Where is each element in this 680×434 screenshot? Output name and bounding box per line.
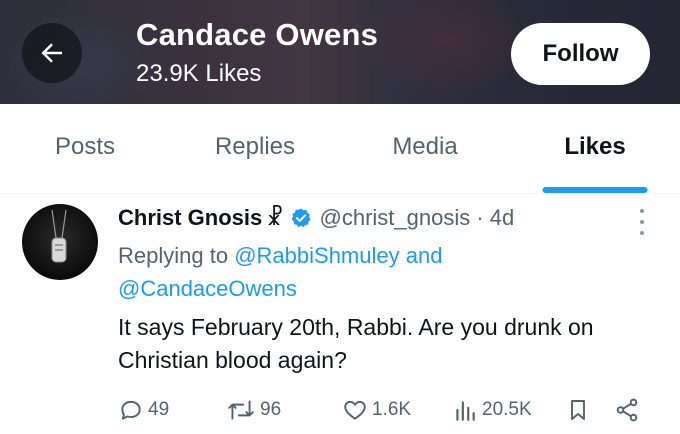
reply-button[interactable]: 49 [118,395,169,425]
more-options-icon[interactable] [632,207,652,237]
mention-link[interactable]: @CandaceOwens [118,276,297,301]
tab-label: Likes [564,132,626,160]
reply-count: 49 [148,399,170,420]
verified-badge-icon [290,207,312,229]
replying-to-prefix: Replying to [118,243,229,268]
follow-button[interactable]: Follow [511,23,650,85]
tab-label: Replies [214,132,296,160]
tab-posts[interactable]: Posts [0,104,170,193]
repost-icon [228,400,254,420]
profile-title-block: Candace Owens 23.9K Likes [136,16,378,90]
replying-to: Replying to @RabbiShmuley and @CandaceOw… [118,239,658,305]
heart-icon [344,400,366,420]
post[interactable]: Christ Gnosis ☧ @christ_gnosis · 4d Repl… [0,195,680,434]
bookmark-icon [571,400,585,420]
chi-rho-symbol: ☧ [266,205,284,230]
mention-link[interactable]: @RabbiShmuley [234,243,399,268]
arrow-left-icon [41,43,62,63]
view-count: 20.5K [482,399,532,420]
profile-tabs: Posts Replies Media Likes [0,104,680,194]
back-button[interactable] [22,23,82,83]
profile-name: Candace Owens [136,17,379,52]
handle-and-time: @christ_gnosis · 4d [319,205,515,230]
tab-likes[interactable]: Likes [510,104,680,193]
repost-button[interactable]: 96 [226,395,281,425]
post-text: It says February 20th, Rabbi. Are you dr… [118,314,594,373]
active-tab-indicator [542,187,648,193]
like-button[interactable]: 1.6K [342,395,411,425]
views-button[interactable]: 20.5K [452,395,532,425]
share-button[interactable] [614,395,640,425]
dog-tag-pendant-icon [51,209,67,263]
post-header: Christ Gnosis ☧ @christ_gnosis · 4d [118,203,514,233]
profile-header: Candace Owens 23.9K Likes Follow [0,0,680,104]
mention-joiner: and [405,243,443,268]
reply-icon [121,400,141,420]
tab-label: Posts [54,132,116,160]
author-name[interactable]: Christ Gnosis [118,205,262,231]
avatar[interactable] [22,204,98,280]
post-actions: 49 96 1.6K 20.5K [118,395,648,425]
share-icon [616,398,638,422]
analytics-icon [456,401,475,421]
repost-count: 96 [260,399,282,420]
likes-count: 23.9K Likes [136,60,262,87]
like-count: 1.6K [372,399,412,420]
tab-label: Media [392,132,458,160]
tab-media[interactable]: Media [340,104,510,193]
bookmark-button[interactable] [566,395,590,425]
tab-replies[interactable]: Replies [170,104,340,193]
